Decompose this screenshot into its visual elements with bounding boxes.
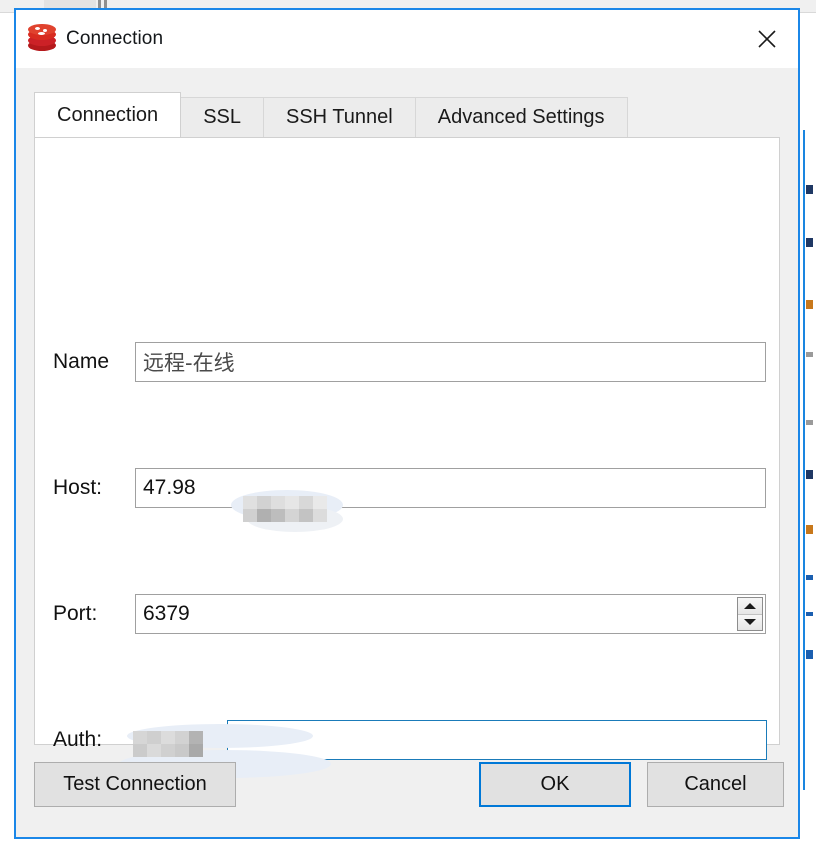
port-spinner-up-button[interactable]: [738, 598, 762, 615]
tab-connection-label: Connection: [57, 104, 158, 127]
tab-ssl-label: SSL: [203, 106, 241, 129]
background-list-item: [806, 300, 813, 309]
host-input[interactable]: 47.98: [135, 468, 766, 508]
close-icon[interactable]: [736, 10, 798, 68]
tab-ssh-tunnel-label: SSH Tunnel: [286, 106, 393, 129]
background-list-item: [806, 612, 813, 616]
background-list-item: [806, 238, 813, 247]
ok-label: OK: [541, 773, 570, 796]
name-input[interactable]: 远程-在线: [135, 342, 766, 382]
redis-logo-icon: [26, 24, 60, 54]
port-input-value: 6379: [143, 602, 190, 626]
background-scrollbar[interactable]: [803, 130, 805, 790]
port-spinner-down-button[interactable]: [738, 615, 762, 631]
test-connection-label: Test Connection: [63, 773, 206, 796]
background-list-item: [806, 650, 813, 659]
tab-ssh-tunnel[interactable]: SSH Tunnel: [263, 97, 416, 137]
host-label: Host:: [53, 476, 135, 500]
background-list-item: [806, 470, 813, 479]
background-list-item: [806, 575, 813, 580]
cancel-label: Cancel: [684, 773, 746, 796]
cancel-button[interactable]: Cancel: [647, 762, 784, 807]
port-row: Port: 6379: [35, 594, 779, 634]
background-list-item: [806, 420, 813, 425]
name-label: Name: [53, 350, 135, 374]
name-input-value: 远程-在线: [143, 347, 235, 377]
tab-ssl[interactable]: SSL: [180, 97, 264, 137]
chevron-down-icon: [744, 619, 756, 625]
port-input[interactable]: 6379: [135, 594, 766, 634]
name-row: Name 远程-在线: [35, 342, 779, 382]
chevron-up-icon: [744, 603, 756, 609]
connection-tab-panel: Name 远程-在线 Host: 47.98: [34, 137, 780, 745]
tab-advanced-settings[interactable]: Advanced Settings: [415, 97, 628, 137]
dialog-title: Connection: [66, 28, 163, 50]
tab-strip: Connection SSL SSH Tunnel Advanced Setti…: [34, 92, 798, 137]
background-list-item: [806, 525, 813, 534]
port-label: Port:: [53, 602, 135, 626]
host-input-value: 47.98: [143, 476, 196, 500]
host-redaction-smudge: [247, 506, 343, 532]
tab-connection[interactable]: Connection: [34, 92, 181, 137]
connection-dialog: Connection Connection SSL SSH Tunnel Adv…: [14, 8, 800, 839]
ok-button[interactable]: OK: [479, 762, 631, 807]
port-spinner[interactable]: [737, 597, 763, 631]
background-list-item: [806, 352, 813, 357]
dialog-button-bar: Test Connection OK Cancel: [16, 745, 798, 837]
dialog-titlebar: Connection: [16, 10, 798, 68]
tab-advanced-settings-label: Advanced Settings: [438, 106, 605, 129]
background-list-item: [806, 185, 813, 194]
host-row: Host: 47.98: [35, 468, 779, 508]
test-connection-button[interactable]: Test Connection: [34, 762, 236, 807]
